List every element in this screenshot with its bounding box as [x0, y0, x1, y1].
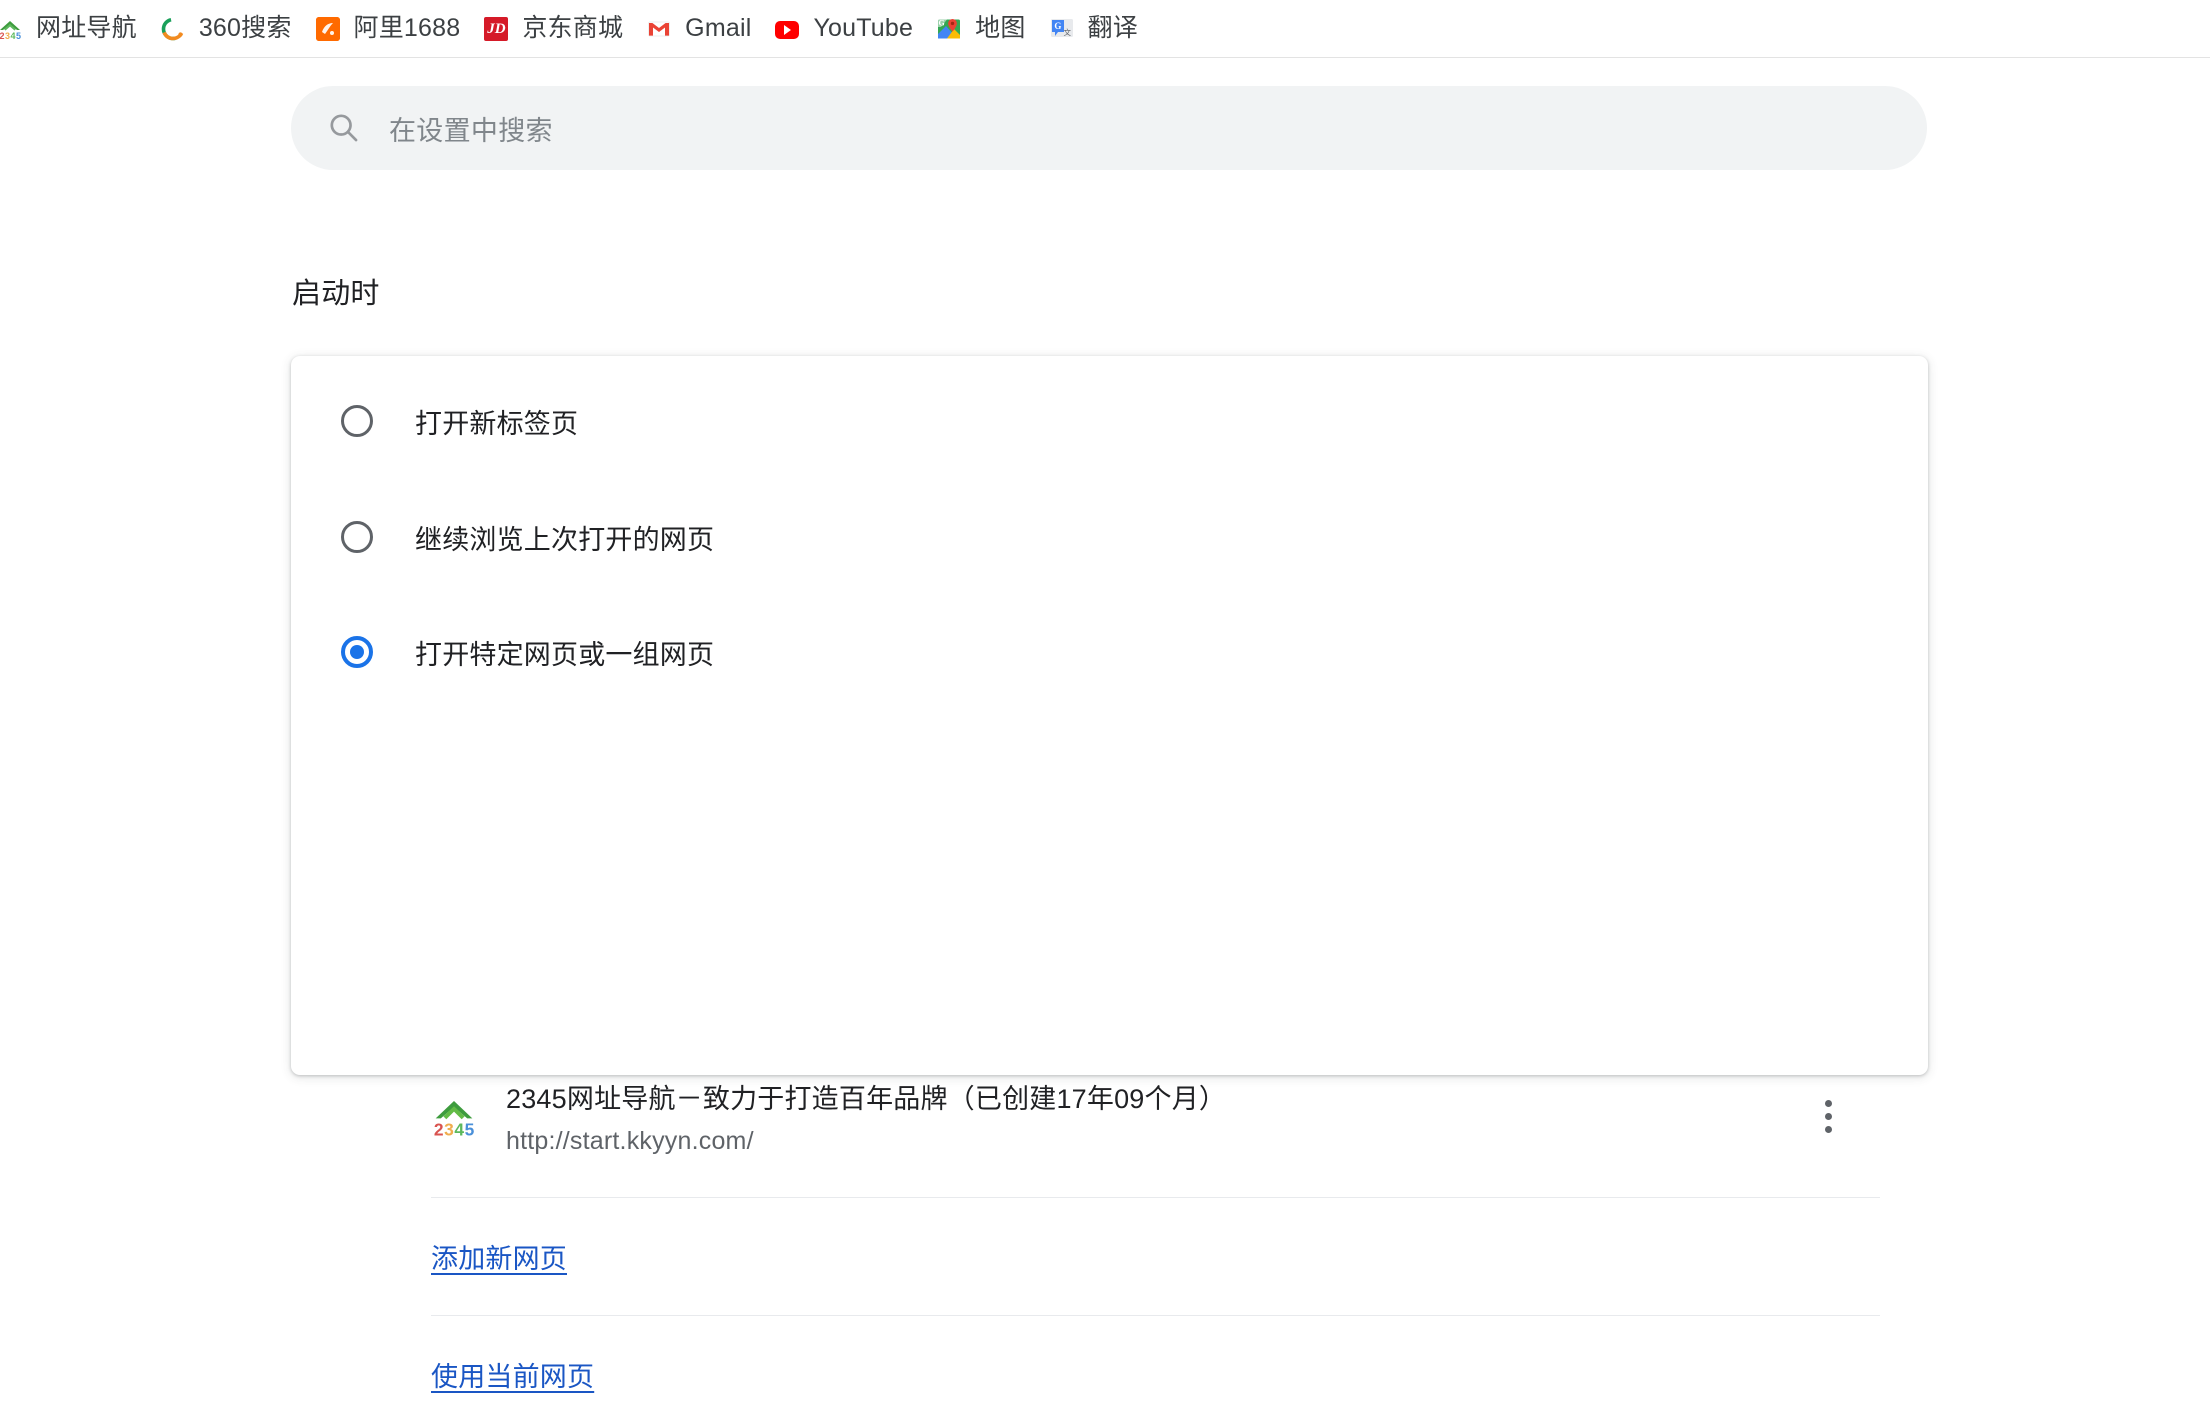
dot — [1824, 1125, 1832, 1133]
bookmarks-bar: 2 3 4 5 网址导航 360搜索 阿里1688 JD 京东商城 Gmail … — [0, 0, 2210, 58]
360-search-icon — [161, 17, 185, 41]
svg-text:4: 4 — [454, 1119, 464, 1138]
bookmark-item-360-search[interactable]: 360搜索 — [149, 7, 304, 51]
startup-option-continue-session[interactable]: 继续浏览上次打开的网页 — [291, 500, 1928, 574]
gmail-icon — [647, 17, 671, 41]
startup-page-list-item: 2 3 4 5 2345网址导航－致力于打造百年品牌（已创建17年09个月） h… — [431, 1064, 1880, 1168]
google-translate-icon: G 文 — [1050, 17, 1074, 41]
radio-button-icon[interactable] — [341, 521, 373, 553]
add-new-page-row[interactable]: 添加新网页 — [431, 1227, 567, 1285]
settings-search-box[interactable]: 在设置中搜索 — [291, 86, 1927, 170]
bookmark-label: 网址导航 — [36, 14, 137, 42]
divider — [431, 1315, 1880, 1316]
bookmark-label: 阿里1688 — [353, 14, 461, 42]
svg-text:G: G — [939, 18, 945, 27]
radio-button-icon-selected[interactable] — [341, 636, 373, 668]
bookmark-item-gmail[interactable]: Gmail — [635, 7, 763, 51]
startup-option-label: 打开特定网页或一组网页 — [415, 639, 715, 670]
alibaba-1688-icon — [315, 16, 340, 41]
search-input-placeholder[interactable]: 在设置中搜索 — [389, 109, 553, 148]
bookmark-item-translate[interactable]: G 文 翻译 — [1038, 7, 1150, 51]
startup-settings-card: 打开新标签页 继续浏览上次打开的网页 打开特定网页或一组网页 2 3 4 5 2… — [291, 356, 1928, 1392]
google-maps-icon: G — [937, 17, 961, 41]
use-current-pages-row[interactable]: 使用当前网页 — [431, 1345, 594, 1403]
bookmark-item-youtube[interactable]: YouTube — [763, 7, 925, 51]
svg-text:3: 3 — [5, 31, 10, 41]
svg-text:2: 2 — [434, 1119, 444, 1138]
jd-mall-icon: JD — [484, 16, 509, 41]
divider — [431, 1197, 1880, 1198]
bookmark-label: Gmail — [685, 14, 752, 42]
svg-text:3: 3 — [444, 1119, 454, 1138]
2345-navigation-icon: 2 3 4 5 — [0, 17, 22, 41]
svg-text:文: 文 — [1063, 27, 1071, 37]
startup-page-text: 2345网址导航－致力于打造百年品牌（已创建17年09个月） http://st… — [506, 1077, 1800, 1156]
startup-option-label: 打开新标签页 — [415, 408, 579, 439]
startup-page-url: http://start.kkyyn.com/ — [506, 1126, 754, 1155]
youtube-icon — [775, 21, 800, 39]
bookmark-item-jd-mall[interactable]: JD 京东商城 — [472, 7, 635, 51]
startup-option-new-tab[interactable]: 打开新标签页 — [291, 384, 1928, 458]
radio-button-icon[interactable] — [341, 405, 373, 437]
dot — [1824, 1112, 1832, 1120]
section-heading-on-startup: 启动时 — [292, 278, 380, 310]
2345-navigation-icon: 2 3 4 5 — [432, 1094, 476, 1139]
svg-text:2: 2 — [0, 31, 5, 41]
dot — [1824, 1099, 1832, 1107]
svg-text:G: G — [1054, 21, 1061, 31]
bookmark-label: YouTube — [813, 14, 914, 42]
bookmark-label: 翻译 — [1087, 14, 1138, 42]
bookmark-label: 京东商城 — [522, 14, 624, 42]
bookmark-label: 地图 — [975, 14, 1026, 42]
bookmark-label: 360搜索 — [198, 14, 292, 42]
add-new-page-link[interactable]: 添加新网页 — [431, 1237, 567, 1276]
use-current-pages-link[interactable]: 使用当前网页 — [431, 1355, 594, 1394]
bookmark-item-alibaba-1688[interactable]: 阿里1688 — [304, 7, 473, 51]
startup-page-title: 2345网址导航－致力于打造百年品牌（已创建17年09个月） — [506, 1083, 1227, 1114]
svg-text:4: 4 — [11, 31, 16, 41]
bookmark-item-maps[interactable]: G 地图 — [925, 7, 1037, 51]
more-vertical-icon[interactable] — [1800, 1088, 1856, 1144]
startup-option-label: 继续浏览上次打开的网页 — [415, 524, 715, 555]
svg-text:5: 5 — [465, 1119, 475, 1138]
svg-text:5: 5 — [16, 31, 21, 41]
search-icon — [327, 111, 361, 145]
bookmark-item-wangzhi-daohang[interactable]: 2 3 4 5 网址导航 — [0, 7, 149, 51]
startup-option-specific-pages[interactable]: 打开特定网页或一组网页 — [291, 615, 1928, 689]
